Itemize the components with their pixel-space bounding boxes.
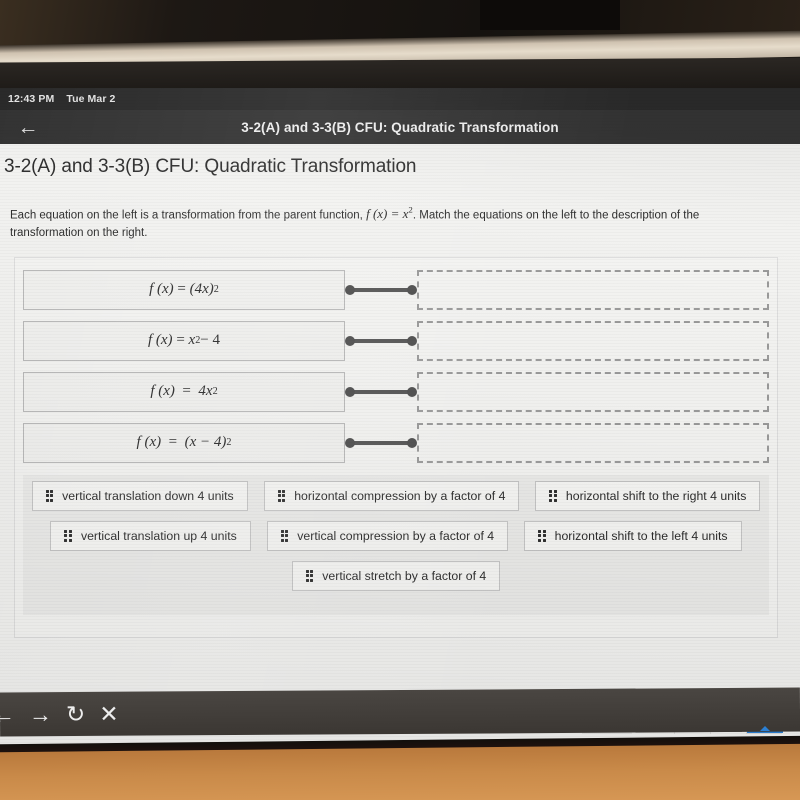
drag-handle-icon[interactable]: [277, 489, 286, 502]
connector-knob-start[interactable]: [345, 335, 355, 346]
connector-line-3: [345, 386, 417, 397]
equation-4-rhs: (x − 4): [184, 434, 227, 451]
page-title: 3-2(A) and 3-3(B) CFU: Quadratic Transfo…: [4, 156, 417, 177]
tablet-screen: 12:43 PM Tue Mar 2 ← 3-2(A) and 3-3(B) C…: [0, 88, 800, 746]
instructions-part1: Each equation on the left is a transform…: [10, 209, 367, 222]
connector-knob-end[interactable]: [407, 386, 417, 397]
answer-tile-horizontal-shift-left[interactable]: horizontal shift to the left 4 units: [524, 520, 742, 551]
equation-3-lhs: f (x): [150, 383, 175, 400]
answer-tile-horizontal-shift-right[interactable]: horizontal shift to the right 4 units: [535, 480, 761, 511]
close-icon[interactable]: ✕: [99, 700, 118, 726]
answer-tile-label: horizontal compression by a factor of 4: [294, 488, 506, 503]
connector-bar: [349, 287, 413, 292]
match-row: f (x) = x2 − 4: [23, 319, 769, 363]
instructions-text: Each equation on the left is a transform…: [0, 178, 800, 243]
equation-1-rhs: (4x): [189, 281, 214, 298]
background-backdrop-shadow: [480, 0, 620, 30]
reload-icon[interactable]: ↻: [66, 700, 85, 726]
equation-3-exponent: 2: [212, 386, 218, 398]
equation-box-1[interactable]: f (x) = (4x) 2: [23, 269, 345, 310]
equation-box-4[interactable]: f (x) = (x − 4) 2: [23, 422, 345, 463]
equation-3-rhs: 4x: [198, 383, 213, 400]
device-toolbar: ← → ↻ ✕: [0, 687, 800, 737]
connector-bar: [349, 338, 413, 343]
connector-knob-end[interactable]: [407, 335, 417, 346]
drop-zone-2[interactable]: [417, 320, 769, 361]
answer-tile-row-1: vertical translation down 4 units horizo…: [31, 480, 761, 511]
arrow-left-icon[interactable]: ←: [0, 701, 15, 727]
drop-zone-3[interactable]: [417, 371, 769, 412]
drag-handle-icon[interactable]: [549, 489, 557, 502]
drag-handle-icon[interactable]: [45, 489, 54, 502]
answer-tile-vertical-stretch[interactable]: vertical stretch by a factor of 4: [291, 560, 501, 591]
arrow-right-icon[interactable]: →: [29, 701, 52, 727]
connector-line-4: [345, 437, 417, 448]
equation-1-lhs: f (x): [149, 281, 174, 298]
drag-handle-icon[interactable]: [538, 529, 546, 542]
drag-handle-icon[interactable]: [280, 529, 289, 542]
arrow-left-icon[interactable]: ←: [0, 117, 56, 138]
equation-1-exponent: 2: [213, 284, 219, 296]
answer-tile-label: vertical translation down 4 units: [62, 488, 234, 503]
answer-tile-vertical-translation-down[interactable]: vertical translation down 4 units: [31, 480, 248, 511]
answer-tile-horizontal-compression[interactable]: horizontal compression by a factor of 4: [263, 480, 520, 511]
connector-knob-start[interactable]: [345, 284, 355, 295]
pagination-active-caret-icon: [759, 726, 770, 731]
equation-2-lhs: f (x): [147, 332, 173, 349]
connector-knob-end[interactable]: [407, 284, 417, 295]
answer-tile-label: horizontal shift to the right 4 units: [565, 488, 747, 503]
match-row: f (x) = (4x) 2: [23, 268, 769, 312]
connector-knob-end[interactable]: [407, 437, 417, 448]
app-nav-bar: ← 3-2(A) and 3-3(B) CFU: Quadratic Trans…: [0, 110, 800, 144]
equation-2-rhs: x: [188, 332, 196, 349]
answer-tile-label: horizontal shift to the left 4 units: [554, 528, 728, 543]
connector-bar: [349, 440, 413, 445]
answer-tile-tray: vertical translation down 4 units horizo…: [23, 474, 769, 615]
answer-tile-label: vertical compression by a factor of 4: [297, 528, 495, 543]
status-bar: 12:43 PM Tue Mar 2: [0, 88, 800, 110]
match-row: f (x) = 4x 2: [23, 370, 769, 414]
equation-4-lhs: f (x): [136, 434, 162, 451]
instructions-parent-function: f (x) = x2: [366, 205, 413, 222]
status-bar-date: Tue Mar 2: [66, 93, 116, 105]
photo-scene: 12:43 PM Tue Mar 2 ← 3-2(A) and 3-3(B) C…: [0, 0, 800, 800]
match-row: f (x) = (x − 4) 2: [23, 421, 769, 465]
matching-panel: f (x) = (4x) 2 f (x) = x2 − 4 f (x) = 4x…: [14, 256, 778, 638]
answer-tile-row-2: vertical translation up 4 units vertical…: [37, 520, 755, 551]
drop-zone-1[interactable]: [417, 269, 769, 310]
equation-2-relation: =: [176, 332, 185, 349]
answer-tile-vertical-compression[interactable]: vertical compression by a factor of 4: [266, 520, 509, 551]
connector-line-1: [345, 284, 417, 295]
connector-line-2: [345, 335, 417, 346]
equation-2-tail: − 4: [200, 332, 221, 349]
equation-4-relation: =: [168, 434, 178, 451]
nav-bar-title: 3-2(A) and 3-3(B) CFU: Quadratic Transfo…: [241, 119, 559, 135]
connector-knob-start[interactable]: [345, 437, 355, 448]
equation-box-2[interactable]: f (x) = x2 − 4: [23, 320, 345, 361]
answer-tile-row-3: vertical stretch by a factor of 4: [37, 560, 755, 591]
equation-box-3[interactable]: f (x) = 4x 2: [23, 371, 345, 412]
connector-knob-start[interactable]: [345, 386, 355, 397]
drop-zone-4[interactable]: [417, 422, 769, 463]
status-bar-time: 12:43 PM: [8, 93, 55, 105]
desk-surface: [0, 743, 800, 800]
answer-tile-label: vertical translation up 4 units: [80, 528, 237, 543]
drag-handle-icon[interactable]: [305, 569, 314, 582]
drag-handle-icon[interactable]: [64, 529, 72, 542]
equation-1-relation: =: [177, 281, 186, 298]
answer-tile-vertical-translation-up[interactable]: vertical translation up 4 units: [50, 520, 251, 551]
equation-4-exponent: 2: [226, 437, 232, 449]
answer-tile-label: vertical stretch by a factor of 4: [322, 568, 487, 583]
equation-3-relation: =: [182, 383, 191, 400]
connector-bar: [349, 389, 413, 394]
assignment-page: 3-2(A) and 3-3(B) CFU: Quadratic Transfo…: [0, 144, 800, 746]
